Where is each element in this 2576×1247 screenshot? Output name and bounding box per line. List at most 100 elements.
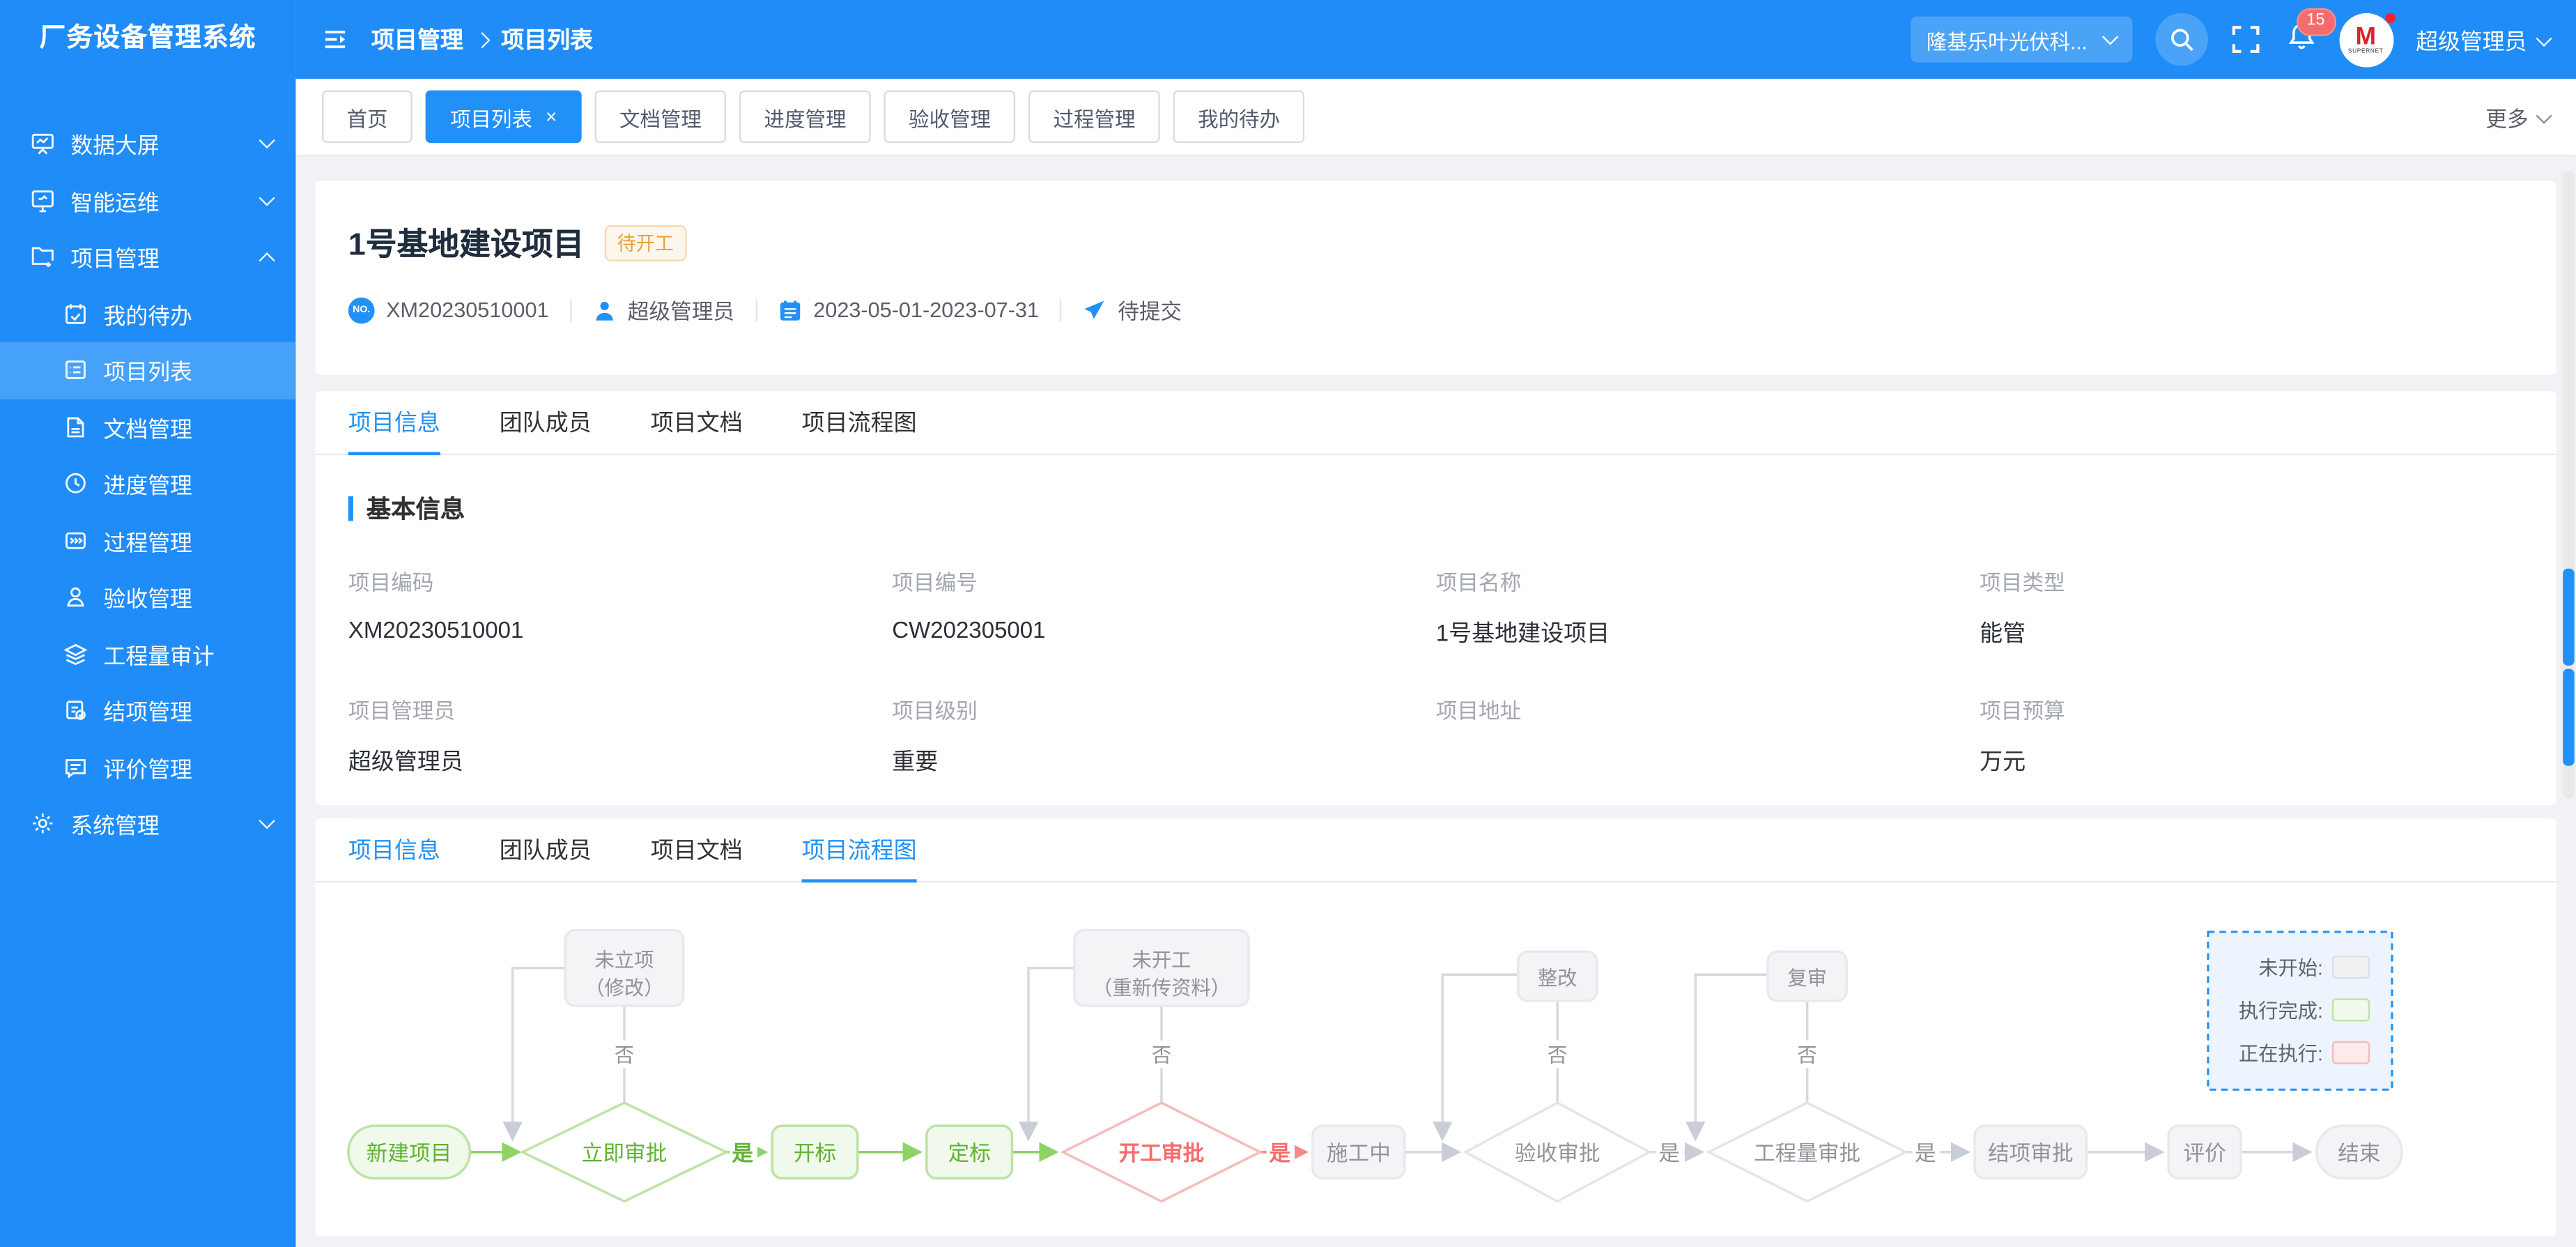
more-tabs-button[interactable]: 更多 [2485,101,2552,132]
tab-team-members[interactable]: 团队成员 [500,818,592,881]
top-navbar: 项目管理 项目列表 隆基乐叶光伏科... 15 M SUPERNET 超级管理员 [295,0,2576,79]
svg-text:是: 是 [1269,1142,1290,1165]
sidebar-item-doc-mgmt[interactable]: 文档管理 [0,399,295,455]
svg-text:结项审批: 结项审批 [1988,1142,2074,1165]
svg-text:施工中: 施工中 [1327,1142,1391,1165]
no-badge-icon: NO. [348,296,375,323]
chevron-down-icon [259,813,275,829]
info-field-grid: 项目编码 XM20230510001 项目编号 CW202305001 项目名称 1号… [348,565,2524,805]
tab-project-flowchart[interactable]: 项目流程图 [802,391,917,454]
app-window: 厂务设备管理系统 数据大屏 智能运维 项目管理 我的待办 项目列表 文档管理 进… [0,0,2576,1247]
field-project-level: 项目级别 重要 [892,698,978,774]
svg-text:否: 否 [1548,1044,1567,1066]
field-project-address: 项目地址 [1435,698,1522,724]
svg-text:开工审批: 开工审批 [1119,1141,1205,1165]
dashboard-screen-icon [31,134,54,155]
chevron-right-icon [474,31,491,48]
scrollbar-thumb[interactable] [2563,568,2575,666]
svg-text:整改: 整改 [1538,967,1578,989]
tab-process-mgmt[interactable]: 过程管理 [1028,90,1160,144]
sidebar-item-progress-mgmt[interactable]: 进度管理 [0,455,295,512]
sidebar-item-my-todo[interactable]: 我的待办 [0,285,295,342]
collapse-menu-icon[interactable] [322,26,348,53]
legend-swatch-completed [2331,998,2370,1022]
chevron-down-icon [259,189,275,206]
search-button[interactable] [2154,13,2207,66]
avatar[interactable]: M SUPERNET [2338,12,2395,67]
org-select[interactable]: 隆基乐叶光伏科... [1910,16,2132,63]
fullscreen-icon[interactable] [2230,24,2260,54]
flow-loop-rectify [1433,973,1518,1142]
notifications-button[interactable]: 15 [2286,7,2336,58]
acceptance-user-icon [67,588,84,607]
open-tabs-bar: 首页 项目列表 × 文档管理 进度管理 验收管理 过程管理 我的待办 更多 [295,79,2576,155]
field-project-code: 项目编码 XM20230510001 [348,570,524,643]
main-content: 1号基地建设项目 待开工 NO. XM20230510001 超级管理员 202… [295,154,2576,1247]
sidebar-item-project-list[interactable]: 项目列表 [0,342,296,399]
project-code: NO. XM20230510001 [348,296,549,323]
sidebar-item-process-mgmt[interactable]: 过程管理 [0,512,295,568]
search-icon [2170,29,2193,52]
svg-text:定标: 定标 [948,1142,990,1165]
svg-text:是: 是 [1915,1142,1936,1165]
tab-acceptance-mgmt[interactable]: 验收管理 [884,90,1016,144]
tab-project-docs[interactable]: 项目文档 [651,818,743,881]
detail-tabs: 项目信息 团队成员 项目文档 项目流程图 [315,391,2556,456]
project-flowchart-card: 项目信息 团队成员 项目文档 项目流程图 新建项目 立即审批 未立项（修改） 否… [315,818,2556,1237]
tab-my-todo[interactable]: 我的待办 [1173,90,1305,144]
tab-project-info[interactable]: 项目信息 [348,818,440,881]
chevron-up-icon [259,252,275,268]
tab-project-docs[interactable]: 项目文档 [651,391,743,454]
flow-loop-not-started [1018,966,1075,1142]
breadcrumb-item[interactable]: 项目管理 [371,23,463,56]
user-menu[interactable]: 超级管理员 [2416,23,2552,56]
close-icon[interactable]: × [546,107,557,126]
svg-text:开标: 开标 [794,1142,836,1165]
svg-text:否: 否 [1152,1044,1171,1066]
project-date-range: 2023-05-01-2023-07-31 [779,298,1039,322]
breadcrumb: 项目管理 项目列表 [371,23,593,56]
sidebar-item-acceptance-mgmt[interactable]: 验收管理 [0,569,295,625]
svg-text:验收审批: 验收审批 [1515,1142,1601,1165]
project-header-card: 1号基地建设项目 待开工 NO. XM20230510001 超级管理员 202… [315,181,2556,375]
sidebar: 厂务设备管理系统 数据大屏 智能运维 项目管理 我的待办 项目列表 文档管理 进… [0,0,296,1247]
closing-file-icon [66,701,86,721]
tab-progress-mgmt[interactable]: 进度管理 [739,90,871,144]
sidebar-menu: 数据大屏 智能运维 项目管理 我的待办 项目列表 文档管理 进度管理 过程管理 … [0,115,296,852]
scrollbar-thumb[interactable] [2563,668,2575,766]
chevron-down-icon [2101,29,2118,45]
tab-project-info[interactable]: 项目信息 [348,391,440,456]
sidebar-item-project-mgmt[interactable]: 项目管理 [0,229,295,285]
project-info-card: 项目信息 团队成员 项目文档 项目流程图 基本信息 项目编码 XM20230510… [315,391,2556,806]
svg-text:立即审批: 立即审批 [582,1142,668,1165]
svg-text:新建项目: 新建项目 [367,1142,452,1165]
user-icon [596,300,614,320]
tab-project-flowchart[interactable]: 项目流程图 [801,818,917,883]
sidebar-item-data-screen[interactable]: 数据大屏 [0,115,295,171]
avatar-status-dot [2384,12,2395,22]
field-project-name: 项目名称 1号基地建设项目 [1435,570,1610,646]
monitor-icon [31,190,54,212]
svg-text:是: 是 [732,1142,753,1165]
tab-team-members[interactable]: 团队成员 [500,391,592,454]
document-icon [67,417,84,437]
calendar-icon [780,300,801,320]
project-list-icon [65,360,86,380]
field-project-number: 项目编号 CW202305001 [892,570,1046,643]
project-manager: 超级管理员 [593,294,734,326]
sidebar-item-system-mgmt[interactable]: 系统管理 [0,795,295,852]
sidebar-item-smart-ops[interactable]: 智能运维 [0,171,295,228]
tab-doc-mgmt[interactable]: 文档管理 [594,90,727,144]
paper-plane-icon [1085,300,1105,319]
field-project-manager: 项目管理员 超级管理员 [348,698,463,774]
tab-project-list[interactable]: 项目列表 × [425,90,582,144]
notification-count-badge: 15 [2296,7,2336,36]
flow-legend: 未开始: 执行完成: 正在执行: [2207,931,2393,1091]
flow-loop-recheck [1686,973,1768,1142]
app-title: 厂务设备管理系统 [39,24,256,53]
tab-home[interactable]: 首页 [322,90,412,144]
sidebar-item-evaluation-mgmt[interactable]: 评价管理 [0,739,295,795]
sidebar-item-quantity-audit[interactable]: 工程量审计 [0,625,295,682]
sidebar-item-closing-mgmt[interactable]: 结项管理 [0,682,295,738]
svg-text:结束: 结束 [2338,1142,2380,1165]
